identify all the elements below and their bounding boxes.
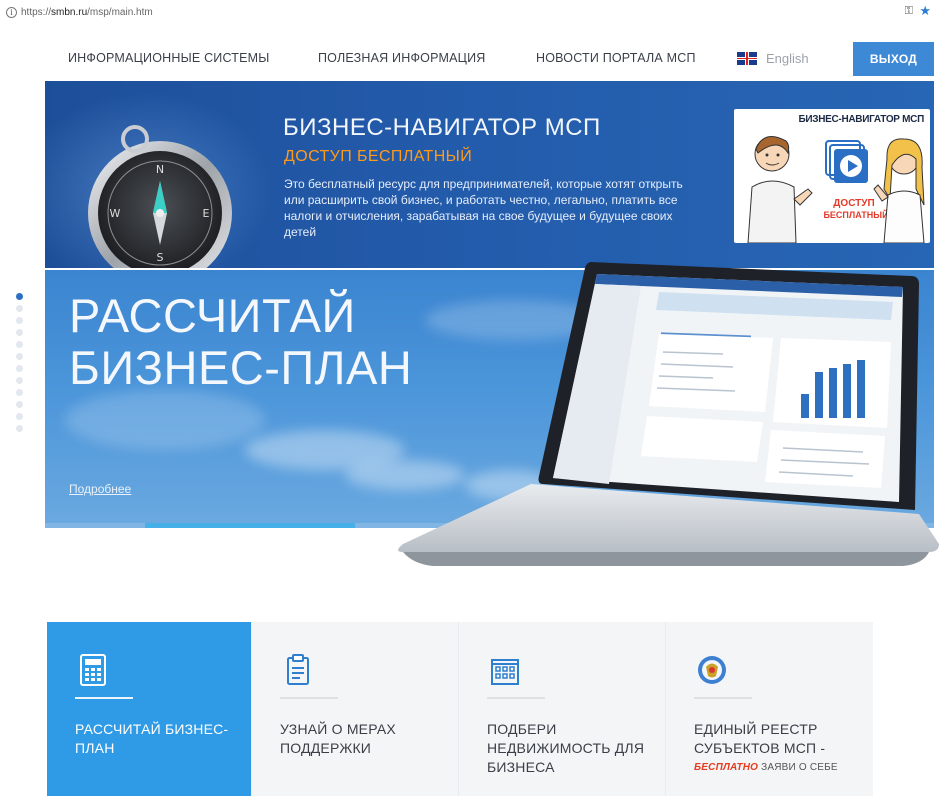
tile-note: БЕСПЛАТНО ЗАЯВИ О СЕБЕ — [694, 762, 838, 773]
slider-dot[interactable] — [16, 317, 23, 324]
slider-dot[interactable] — [16, 389, 23, 396]
compass-icon: N S E W — [88, 125, 232, 268]
video-caption-line2: БЕСПЛАТНЫЙ — [823, 209, 888, 220]
svg-text:E: E — [203, 207, 210, 220]
svg-text:W: W — [110, 207, 121, 220]
svg-text:S: S — [157, 251, 164, 264]
uk-flag-icon — [737, 51, 757, 65]
video-caption-line1: ДОСТУП — [833, 198, 874, 209]
slider-dot[interactable] — [16, 377, 23, 384]
key-icon[interactable]: ⚿ — [905, 5, 913, 18]
slider-dot[interactable] — [16, 353, 23, 360]
clipboard-icon — [287, 654, 309, 685]
slider-dot[interactable] — [16, 413, 23, 420]
fns-emblem-icon — [698, 656, 726, 684]
slider-pagination — [16, 293, 26, 437]
top-nav: ИНФОРМАЦИОННЫЕ СИСТЕМЫ ПОЛЕЗНАЯ ИНФОРМАЦ… — [45, 36, 934, 80]
navigator-description: Это бесплатный ресурс для предпринимател… — [284, 177, 683, 239]
tile-business-plan[interactable]: РАССЧИТАЙ БИЗНЕС-ПЛАН — [47, 622, 252, 796]
info-icon[interactable]: i — [6, 6, 17, 18]
language-switch[interactable]: English — [737, 51, 809, 66]
tile-label: ПОДБЕРИ НЕДВИЖИМОСТЬ ДЛЯ БИЗНЕСА — [487, 721, 645, 775]
exit-button[interactable]: ВЫХОД — [853, 42, 934, 76]
address-bar[interactable]: i https://smbn.ru/msp/main.htm ⚿ ★ — [0, 0, 939, 24]
svg-text:N: N — [156, 163, 164, 176]
slider-dot[interactable] — [16, 305, 23, 312]
url-text[interactable]: https://smbn.ru/msp/main.htm — [21, 7, 153, 18]
bookmark-star-icon[interactable]: ★ — [919, 3, 931, 19]
slider-dot[interactable] — [16, 293, 23, 300]
tile-label: ЕДИНЫЙ РЕЕСТР СУБЪЕКТОВ МСП - БЕСПЛАТНО … — [694, 720, 869, 777]
slider-dot[interactable] — [16, 425, 23, 432]
laptop-illustration — [398, 262, 939, 566]
feature-tiles: РАССЧИТАЙ БИЗНЕС-ПЛАН УЗНАЙ О МЕРАХ ПОДД… — [47, 622, 873, 796]
tile-real-estate[interactable]: ПОДБЕРИ НЕДВИЖИМОСТЬ ДЛЯ БИЗНЕСА — [459, 622, 666, 796]
tile-sme-registry[interactable]: ЕДИНЫЙ РЕЕСТР СУБЪЕКТОВ МСП - БЕСПЛАТНО … — [666, 622, 873, 796]
nav-item-useful-info[interactable]: ПОЛЕЗНАЯ ИНФОРМАЦИЯ — [318, 51, 486, 65]
building-icon — [491, 659, 519, 685]
navigator-subtitle: ДОСТУП БЕСПЛАТНЫЙ — [284, 148, 473, 165]
more-link[interactable]: Подробнее — [69, 482, 131, 496]
video-illustration: ДОСТУП БЕСПЛАТНЫЙ — [747, 136, 925, 243]
nav-item-portal-news[interactable]: НОВОСТИ ПОРТАЛА МСП — [536, 51, 696, 65]
language-label: English — [766, 50, 809, 66]
tile-label: УЗНАЙ О МЕРАХ ПОДДЕРЖКИ — [280, 721, 396, 756]
slider-dot[interactable] — [16, 329, 23, 336]
slide-title: РАССЧИТАЙ БИЗНЕС-ПЛАН — [69, 289, 413, 394]
slider-dot[interactable] — [16, 401, 23, 408]
navigator-banner: N S E W БИЗНЕС-НАВИГАТОР МСП ДОСТУП БЕСП… — [45, 81, 934, 268]
navigator-title: БИЗНЕС-НАВИГАТОР МСП — [283, 114, 601, 141]
nav-item-info-systems[interactable]: ИНФОРМАЦИОННЫЕ СИСТЕМЫ — [68, 51, 270, 65]
slider-dot[interactable] — [16, 365, 23, 372]
tile-support-measures[interactable]: УЗНАЙ О МЕРАХ ПОДДЕРЖКИ — [252, 622, 459, 796]
calculator-icon — [80, 654, 106, 686]
promo-video[interactable]: БИЗНЕС-НАВИГАТОР МСП ДОСТУП БЕСПЛАТНЫЙ — [734, 109, 930, 243]
slider-dot[interactable] — [16, 341, 23, 348]
tile-label: РАССЧИТАЙ БИЗНЕС-ПЛАН — [75, 721, 229, 756]
